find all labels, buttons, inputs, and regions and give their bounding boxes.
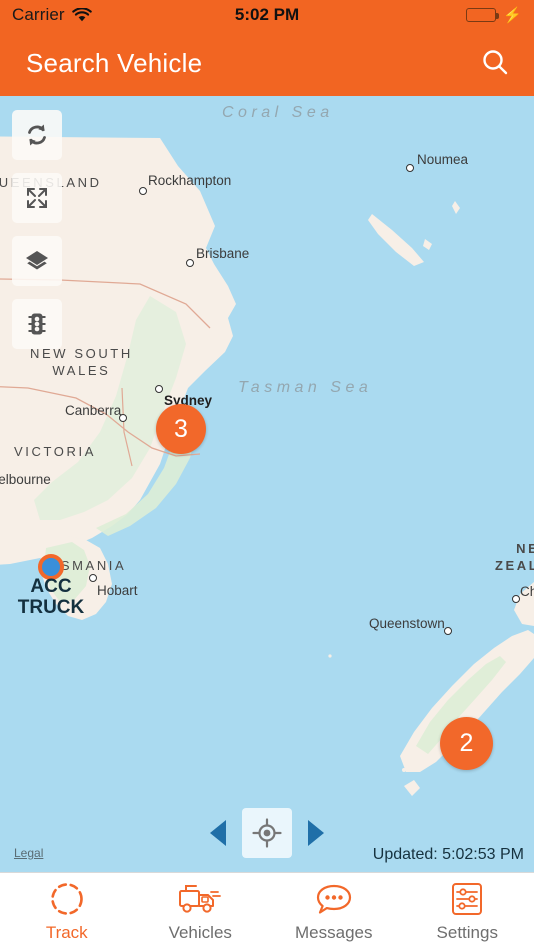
tab-settings[interactable]: Settings xyxy=(401,873,534,950)
wifi-icon xyxy=(71,6,92,23)
status-bar-left: Carrier xyxy=(12,5,92,25)
expand-arrows-icon xyxy=(27,188,47,208)
tab-label: Vehicles xyxy=(168,923,232,942)
layers-button[interactable] xyxy=(12,236,62,286)
city-dot xyxy=(512,595,520,603)
refresh-button[interactable] xyxy=(12,110,62,160)
tab-vehicles[interactable]: Vehicles xyxy=(134,873,268,950)
status-bar: Carrier 5:02 PM ⚡ xyxy=(0,0,534,30)
vehicle-label-line1: ACC xyxy=(30,576,72,597)
battery-icon xyxy=(466,8,499,22)
vehicle-label: ACC TRUCK xyxy=(18,576,85,618)
map-canvas[interactable]: Coral Sea Tasman Sea QUEENSLAND NEW SOUT… xyxy=(0,96,534,872)
pager-controls xyxy=(208,808,326,858)
cluster-count: 2 xyxy=(459,729,474,757)
city-dot xyxy=(186,259,194,267)
city-dot xyxy=(155,385,163,393)
tab-label: Settings xyxy=(436,923,498,942)
truck-icon xyxy=(178,880,222,918)
app-root: Carrier 5:02 PM ⚡ Search Vehicle Coral S… xyxy=(0,0,534,950)
last-updated-label: Updated: 5:02:53 PM xyxy=(372,846,524,863)
traffic-button[interactable] xyxy=(12,299,62,349)
search-icon[interactable] xyxy=(478,46,512,80)
vehicle-marker[interactable]: ACC TRUCK xyxy=(18,554,84,618)
chat-bubble-icon xyxy=(315,880,353,918)
tab-label: Messages xyxy=(295,923,373,942)
status-bar-right: ⚡ xyxy=(466,8,522,23)
tab-messages[interactable]: Messages xyxy=(267,873,401,950)
dashed-circle-icon xyxy=(48,880,86,918)
cluster-count: 3 xyxy=(174,414,188,443)
crosshair-location-icon xyxy=(252,818,282,848)
city-dot xyxy=(89,574,97,582)
locate-button[interactable] xyxy=(242,808,292,858)
sliders-icon xyxy=(449,880,485,918)
tab-track[interactable]: Track xyxy=(0,873,134,950)
fullscreen-button[interactable] xyxy=(12,173,62,223)
city-dot xyxy=(119,414,127,422)
page-title: Search Vehicle xyxy=(26,47,203,78)
layers-icon xyxy=(26,251,48,270)
cluster-marker[interactable]: 2 xyxy=(440,717,493,770)
tab-label: Track xyxy=(45,923,88,942)
navigation-bar: Search Vehicle xyxy=(0,30,534,96)
city-dot xyxy=(139,187,147,195)
city-dot xyxy=(444,627,452,635)
refresh-icon xyxy=(28,124,46,146)
vehicle-label-line2: TRUCK xyxy=(17,597,85,618)
map-controls xyxy=(12,110,62,349)
map-footer-overlay: Legal Updated: 5:02:53 PM xyxy=(0,808,534,872)
city-dot xyxy=(406,164,414,172)
arrow-right-icon[interactable] xyxy=(304,818,326,848)
carrier-label: Carrier xyxy=(12,5,65,24)
traffic-light-icon xyxy=(28,313,46,335)
legal-link[interactable]: Legal xyxy=(14,846,43,860)
cluster-marker[interactable]: 3 xyxy=(156,404,206,454)
arrow-left-icon[interactable] xyxy=(208,818,230,848)
lightning-bolt-icon: ⚡ xyxy=(503,6,522,24)
tab-bar: Track Vehicles Messages Settings xyxy=(0,872,534,950)
